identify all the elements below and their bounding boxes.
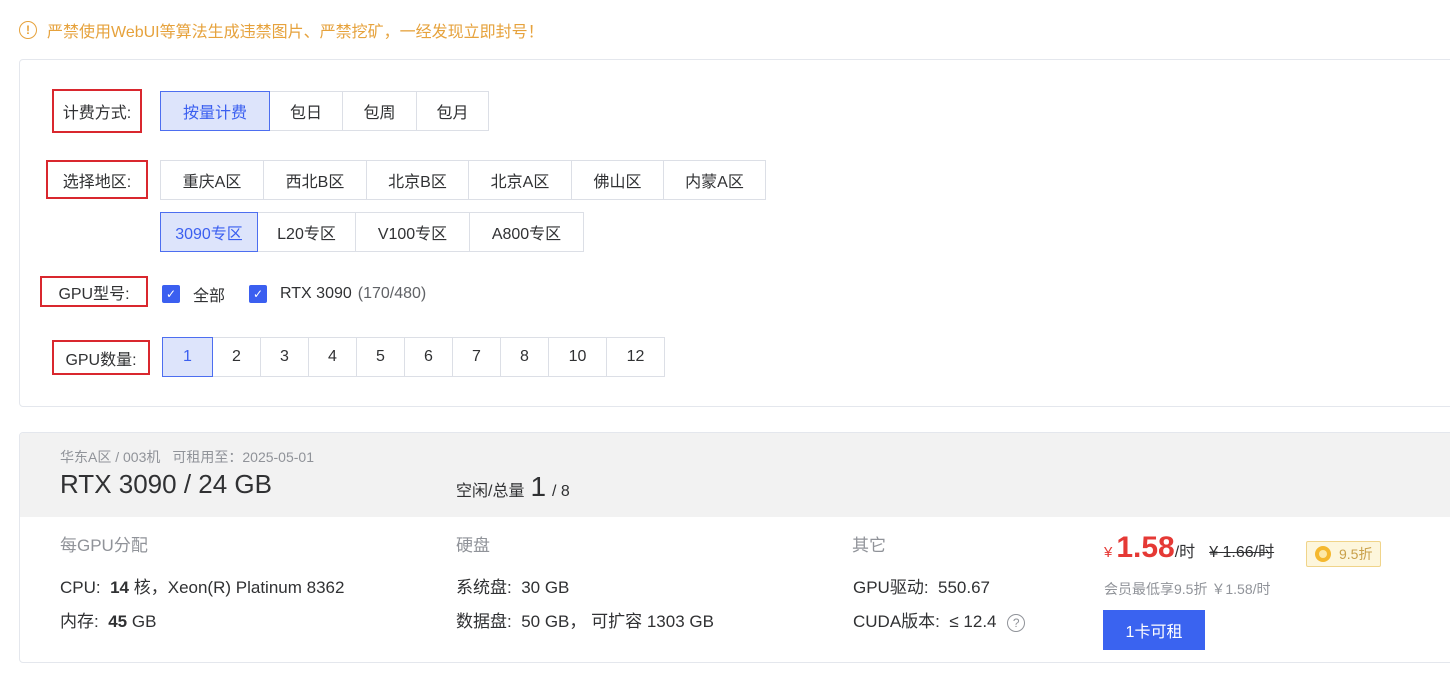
billing-option-hourly[interactable]: 按量计费 <box>160 91 270 131</box>
region-options-row2: 3090专区 L20专区 V100专区 A800专区 <box>160 212 584 252</box>
machine-meta: 华东A区 / 003机 可租用至：2025-05-01 <box>60 447 314 467</box>
idle-count: 1 <box>530 471 547 502</box>
gpu-count-4[interactable]: 4 <box>308 337 357 377</box>
cpu-model: 核，Xeon(R) Platinum 8362 <box>133 578 345 597</box>
machine-region: 华东A区 / 003机 <box>60 449 161 465</box>
data-disk-value: 50 GB， 可扩容 1303 GB <box>521 612 714 631</box>
billing-option-monthly[interactable]: 包月 <box>416 91 489 131</box>
rtx3090-availability: (170/480) <box>357 285 427 302</box>
gpu-count-2[interactable]: 2 <box>212 337 261 377</box>
region-northwest-b[interactable]: 西北B区 <box>263 160 367 200</box>
checkbox-all-label[interactable]: 全部 <box>193 282 225 306</box>
region-v100-zone[interactable]: V100专区 <box>355 212 470 252</box>
gpu-count-5[interactable]: 5 <box>356 337 405 377</box>
memory-label: 内存: <box>60 612 99 631</box>
cpu-cores: 14 <box>110 578 129 597</box>
machine-gpu-title: RTX 3090 / 24 GB <box>60 469 272 499</box>
cpu-label: CPU: <box>60 578 101 597</box>
cuda-value: ≤ 12.4 <box>949 612 997 631</box>
region-3090-zone[interactable]: 3090专区 <box>160 212 258 252</box>
memory-value: 45 <box>108 612 128 631</box>
idle-total: 空闲/总量 1 / 8 <box>456 471 570 503</box>
price-unit: /时 <box>1174 544 1196 561</box>
region-neimeng-a[interactable]: 内蒙A区 <box>663 160 766 200</box>
system-disk-value: 30 GB <box>521 578 570 597</box>
region-l20-zone[interactable]: L20专区 <box>257 212 356 252</box>
gpu-count-8[interactable]: 8 <box>500 337 549 377</box>
cpu-spec: CPU: 14 核，Xeon(R) Platinum 8362 <box>60 573 344 598</box>
machine-card-header: 华东A区 / 003机 可租用至：2025-05-01 RTX 3090 / 24… <box>20 433 1450 517</box>
warning-text: 严禁使用WebUI等算法生成违禁图片、严禁挖矿，一经发现立即封号！ <box>47 24 544 41</box>
discount-text: 9.5折 <box>1339 546 1373 562</box>
region-beijing-a[interactable]: 北京A区 <box>468 160 572 200</box>
region-beijing-b[interactable]: 北京B区 <box>366 160 469 200</box>
exclamation-circle-icon: ! <box>19 21 37 39</box>
region-foshan[interactable]: 佛山区 <box>571 160 664 200</box>
filter-panel: 计费方式: 按量计费 包日 包周 包月 选择地区: 重庆A区 西北B区 北京B区… <box>19 59 1450 407</box>
gpu-count-10[interactable]: 10 <box>548 337 607 377</box>
gpu-model-label: GPU型号: <box>40 276 148 307</box>
memory-unit: GB <box>131 612 157 631</box>
region-label: 选择地区: <box>46 160 148 199</box>
gpu-count-3[interactable]: 3 <box>260 337 309 377</box>
gpu-driver-spec: GPU驱动: 550.67 <box>853 573 990 598</box>
region-options-row1: 重庆A区 西北B区 北京B区 北京A区 佛山区 内蒙A区 <box>160 160 766 200</box>
data-disk-spec: 数据盘: 50 GB， 可扩容 1303 GB <box>456 607 714 632</box>
other-title: 其它 <box>852 536 886 555</box>
region-a800-zone[interactable]: A800专区 <box>469 212 584 252</box>
disk-title: 硬盘 <box>456 536 490 555</box>
idle-label: 空闲/总量 <box>456 483 525 500</box>
medal-icon <box>1315 546 1331 562</box>
checkbox-rtx3090[interactable]: ✓ <box>249 285 268 303</box>
region-chongqing-a[interactable]: 重庆A区 <box>160 160 264 200</box>
warning-banner: ! 严禁使用WebUI等算法生成违禁图片、严禁挖矿，一经发现立即封号！ <box>19 18 544 42</box>
gpu-count-options: 1 2 3 4 5 6 7 8 10 12 <box>162 337 665 377</box>
gpu-count-6[interactable]: 6 <box>404 337 453 377</box>
gpu-count-label: GPU数量: <box>52 340 150 375</box>
billing-option-weekly[interactable]: 包周 <box>342 91 417 131</box>
billing-option-daily[interactable]: 包日 <box>269 91 343 131</box>
gpu-driver-value: 550.67 <box>938 578 991 597</box>
cuda-spec: CUDA版本: ≤ 12.4 ? <box>853 607 1026 632</box>
per-gpu-title: 每GPU分配 <box>60 536 148 555</box>
rent-button[interactable]: 1卡可租 <box>1103 610 1205 650</box>
price-currency: ¥ <box>1104 544 1113 561</box>
discount-badge: 9.5折 <box>1306 541 1382 567</box>
data-disk-label: 数据盘: <box>456 612 512 631</box>
system-disk-label: 系统盘: <box>456 578 512 597</box>
billing-options: 按量计费 包日 包周 包月 <box>160 91 489 131</box>
gpu-count-7[interactable]: 7 <box>452 337 501 377</box>
price-value: 1.58 <box>1116 531 1175 564</box>
gpu-count-1[interactable]: 1 <box>162 337 213 377</box>
gpu-driver-label: GPU驱动: <box>853 578 929 597</box>
member-discount-note: 会员最低享9.5折 ￥1.58/时 <box>1104 581 1271 597</box>
total-count: / 8 <box>552 483 570 500</box>
question-circle-icon[interactable]: ? <box>1007 613 1026 632</box>
system-disk-spec: 系统盘: 30 GB <box>456 573 569 598</box>
cuda-label: CUDA版本: <box>853 612 940 631</box>
checkbox-rtx3090-label[interactable]: RTX 3090 <box>280 285 352 303</box>
price: ¥ 1.58 /时 ¥ 1.66/时 <box>1104 531 1274 565</box>
machine-card: 华东A区 / 003机 可租用至：2025-05-01 RTX 3090 / 24… <box>19 432 1450 663</box>
machine-available-until: 可租用至：2025-05-01 <box>172 449 314 465</box>
billing-label: 计费方式: <box>52 89 142 133</box>
memory-spec: 内存: 45 GB <box>60 607 156 632</box>
checkbox-all[interactable]: ✓ <box>162 285 180 303</box>
original-price: ¥ 1.66/时 <box>1209 544 1275 561</box>
gpu-count-12[interactable]: 12 <box>606 337 665 377</box>
gpu-model-options: ✓ 全部 ✓ RTX 3090 (170/480) <box>162 279 426 309</box>
